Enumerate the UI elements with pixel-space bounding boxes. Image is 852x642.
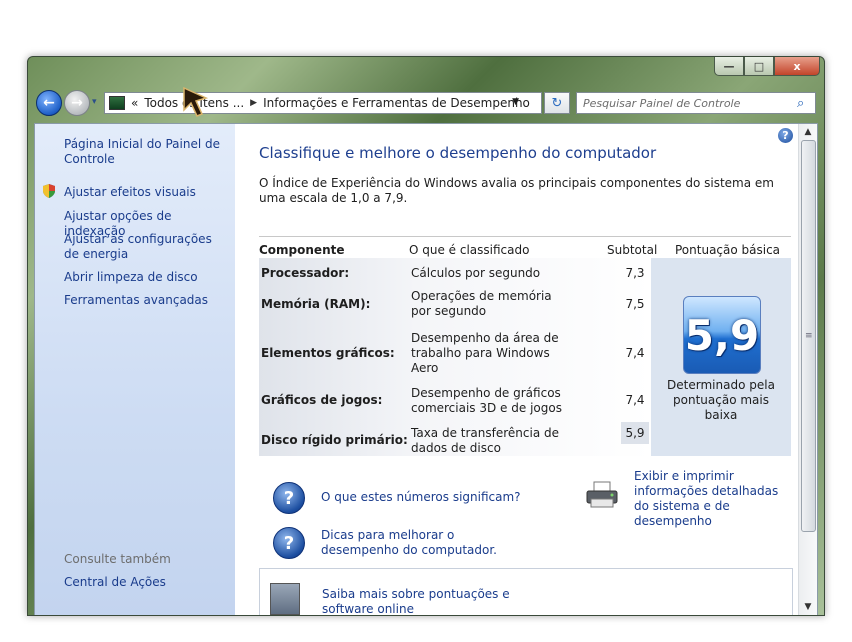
shield-icon xyxy=(43,184,55,198)
software-box-icon xyxy=(270,583,300,615)
address-dropdown-icon[interactable]: ▼ xyxy=(512,97,519,107)
table-row-score-graphics: 7,4 xyxy=(625,346,645,360)
question-mark-icon: ? xyxy=(273,527,305,559)
print-details-link[interactable]: Exibir e imprimir informações detalhadas… xyxy=(634,469,794,529)
base-score-panel: 5,9 Determinado pela pontuação mais baix… xyxy=(651,258,791,456)
header-base-score: Pontuação básica xyxy=(675,243,781,257)
breadcrumb-prefix[interactable]: « xyxy=(131,96,138,110)
scroll-up-icon[interactable]: ▲ xyxy=(799,124,817,140)
header-rated: O que é classificado xyxy=(409,243,530,257)
score-table: Processador: Cálculos por segundo 7,3 Me… xyxy=(259,258,651,456)
learn-more-link[interactable]: Saiba mais sobre pontuações e software o… xyxy=(322,587,522,615)
scrollbar-thumb[interactable]: ≡ xyxy=(801,140,816,532)
back-arrow-icon[interactable]: ← xyxy=(36,90,62,116)
sidebar: Página Inicial do Painel de Controle Aju… xyxy=(35,124,235,615)
search-box[interactable]: ⌕ xyxy=(576,92,816,114)
base-score-tile: 5,9 xyxy=(683,296,761,374)
table-header: Componente O que é classificado Subtotal… xyxy=(259,236,791,260)
close-button[interactable]: x xyxy=(774,57,820,76)
header-component: Componente xyxy=(259,243,345,257)
table-row-desc-ram: Operações de memória por segundo xyxy=(411,289,552,318)
table-row-name-graphics: Elementos gráficos: xyxy=(261,346,395,360)
question-mark-icon: ? xyxy=(273,482,305,514)
control-panel-window: — □ x ← → ▾ « Todos os Itens ... ▶ Infor… xyxy=(27,56,825,616)
scroll-down-icon[interactable]: ▼ xyxy=(799,599,817,615)
table-row-score-ram: 7,5 xyxy=(625,297,645,311)
performance-tips-link[interactable]: Dicas para melhorar o desempenho do comp… xyxy=(321,528,521,558)
navigation-bar: ← → ▾ « Todos os Itens ... ▶ Informações… xyxy=(34,87,818,117)
table-row-desc-gaming: Desempenho de gráficos comerciais 3D e d… xyxy=(411,386,562,415)
caption-buttons: — □ x xyxy=(714,57,820,77)
table-row-score-cpu: 7,3 xyxy=(625,266,645,280)
sidebar-task-advanced-tools[interactable]: Ferramentas avançadas xyxy=(64,293,224,308)
table-row-desc-graphics: Desempenho da área de trabalho para Wind… xyxy=(411,331,559,375)
breadcrumb-current[interactable]: Informações e Ferramentas de Desempenho xyxy=(263,96,530,110)
sidebar-action-center-link[interactable]: Central de Ações xyxy=(64,575,224,590)
maximize-button[interactable]: □ xyxy=(744,57,774,76)
address-bar[interactable]: « Todos os Itens ... ▶ Informações e Fer… xyxy=(104,92,542,114)
table-row-name-cpu: Processador: xyxy=(261,266,350,280)
page-title: Classifique e melhore o desempenho do co… xyxy=(259,144,657,162)
mouse-cursor-icon xyxy=(183,86,209,117)
window-body: Página Inicial do Painel de Controle Aju… xyxy=(34,123,818,615)
learn-more-box: Saiba mais sobre pontuações e software o… xyxy=(259,568,793,615)
sidebar-task-visual-effects[interactable]: Ajustar efeitos visuais xyxy=(64,185,224,200)
sidebar-task-power[interactable]: Ajustar as configurações de energia xyxy=(64,232,224,262)
help-icon[interactable]: ? xyxy=(778,128,793,143)
main-content: ? Classifique e melhore o desempenho do … xyxy=(235,124,799,615)
search-input[interactable] xyxy=(577,95,795,111)
vertical-scrollbar[interactable]: ▲ ≡ ▼ xyxy=(798,124,817,615)
sidebar-home-link[interactable]: Página Inicial do Painel de Controle xyxy=(64,137,224,167)
header-subtotal: Subtotal xyxy=(607,243,658,257)
what-numbers-mean-link[interactable]: O que estes números significam? xyxy=(321,490,521,505)
page-description: O Índice de Experiência do Windows avali… xyxy=(259,176,774,205)
refresh-button[interactable]: ↻ xyxy=(544,92,570,114)
search-icon[interactable]: ⌕ xyxy=(797,96,804,111)
table-row-name-disk: Disco rígido primário: xyxy=(261,433,408,447)
base-score-caption: Determinado pela pontuação mais baixa xyxy=(667,378,775,422)
printer-icon xyxy=(586,481,618,508)
table-row-name-gaming: Gráficos de jogos: xyxy=(261,393,383,407)
sidebar-task-disk-cleanup[interactable]: Abrir limpeza de disco xyxy=(64,270,224,285)
table-row-desc-disk: Taxa de transferência de dados de disco xyxy=(411,426,559,455)
recent-pages-dropdown-icon[interactable]: ▾ xyxy=(92,97,102,107)
table-row-score-disk: 5,9 xyxy=(621,422,649,444)
table-row-name-ram: Memória (RAM): xyxy=(261,297,371,311)
scrollbar-grip-icon: ≡ xyxy=(805,331,813,341)
minimize-button[interactable]: — xyxy=(714,57,744,76)
forward-arrow-icon[interactable]: → xyxy=(64,90,90,116)
see-also-heading: Consulte também xyxy=(64,552,171,566)
table-row-desc-cpu: Cálculos por segundo xyxy=(411,266,541,280)
breadcrumb-separator-icon[interactable]: ▶ xyxy=(250,98,257,108)
control-panel-icon xyxy=(109,96,125,110)
table-row-score-gaming: 7,4 xyxy=(625,393,645,407)
